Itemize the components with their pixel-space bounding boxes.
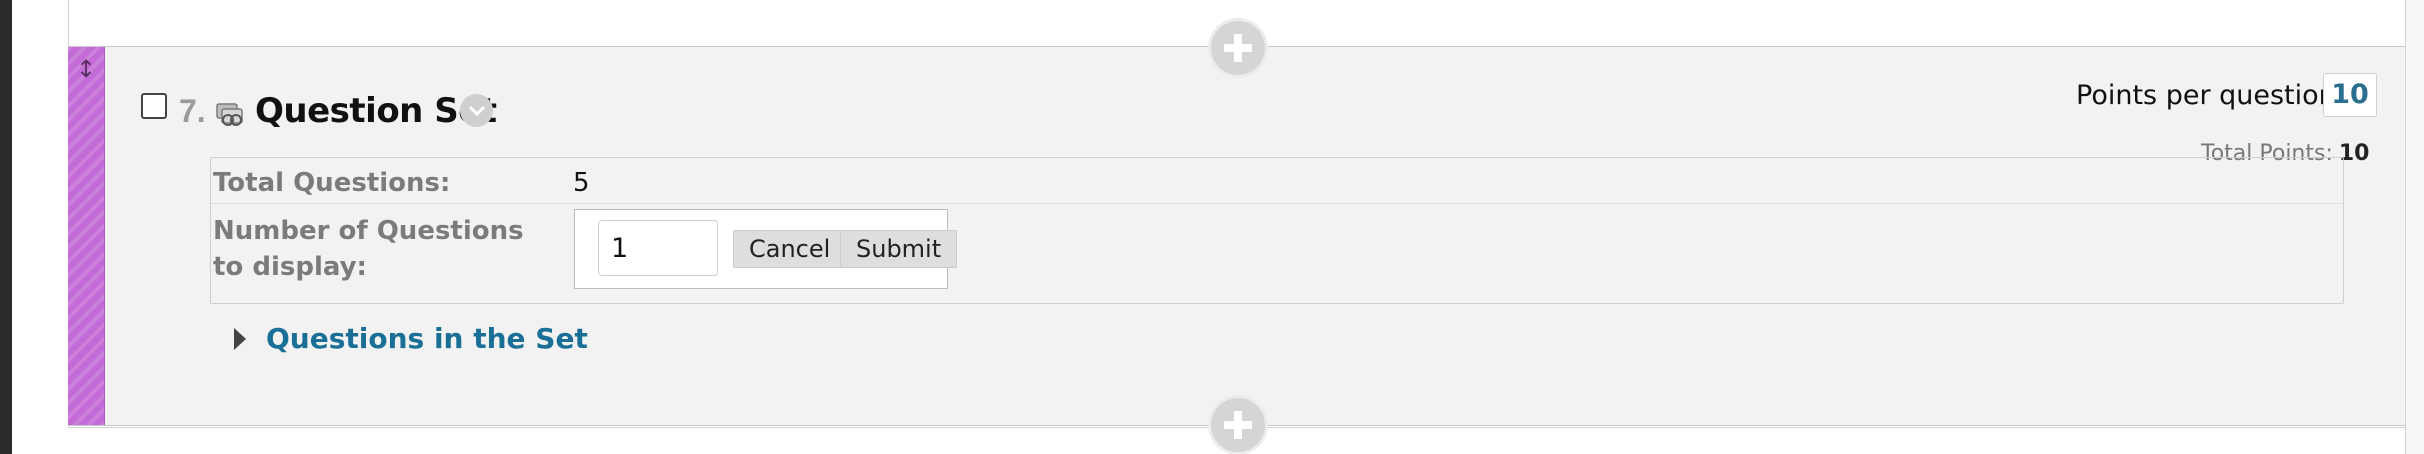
points-per-question-label: Points per question: <box>2076 80 2345 111</box>
add-icon <box>1224 411 1252 439</box>
triangle-right-icon <box>234 327 246 350</box>
questions-in-set-link[interactable]: Questions in the Set <box>266 322 588 355</box>
question-number: 7. <box>179 93 206 129</box>
total-questions-label: Total Questions: <box>213 168 451 198</box>
cancel-button[interactable]: Cancel <box>733 230 847 268</box>
submit-button[interactable]: Submit <box>840 230 958 268</box>
select-question-checkbox[interactable] <box>141 93 167 119</box>
drag-handle[interactable]: ↕ <box>68 47 105 425</box>
add-icon <box>1224 34 1252 62</box>
question-set-details: Total Questions: 5 Number of Questions t… <box>210 157 2344 304</box>
points-per-question-field[interactable]: 10 <box>2323 73 2377 117</box>
drag-handle-icon: ↕ <box>76 55 97 83</box>
add-question-button-above[interactable] <box>1208 18 1268 78</box>
question-set-card: ↕ 7. Question Set Points per question: 1… <box>68 46 2405 426</box>
questions-to-display-input[interactable] <box>598 220 718 276</box>
questions-to-display-editor: Cancel Submit <box>574 209 958 289</box>
add-question-button-below[interactable] <box>1208 395 1268 454</box>
left-page-edge <box>0 0 12 454</box>
right-page-edge <box>2405 0 2424 454</box>
question-options-button[interactable] <box>460 94 493 127</box>
total-questions-value: 5 <box>573 168 590 198</box>
row-divider <box>211 203 2343 204</box>
question-set-icon <box>214 102 248 134</box>
questions-in-set-toggle[interactable]: Questions in the Set <box>234 322 588 355</box>
questions-to-display-label: Number of Questions to display: <box>213 216 524 282</box>
chevron-down-icon <box>468 105 485 116</box>
